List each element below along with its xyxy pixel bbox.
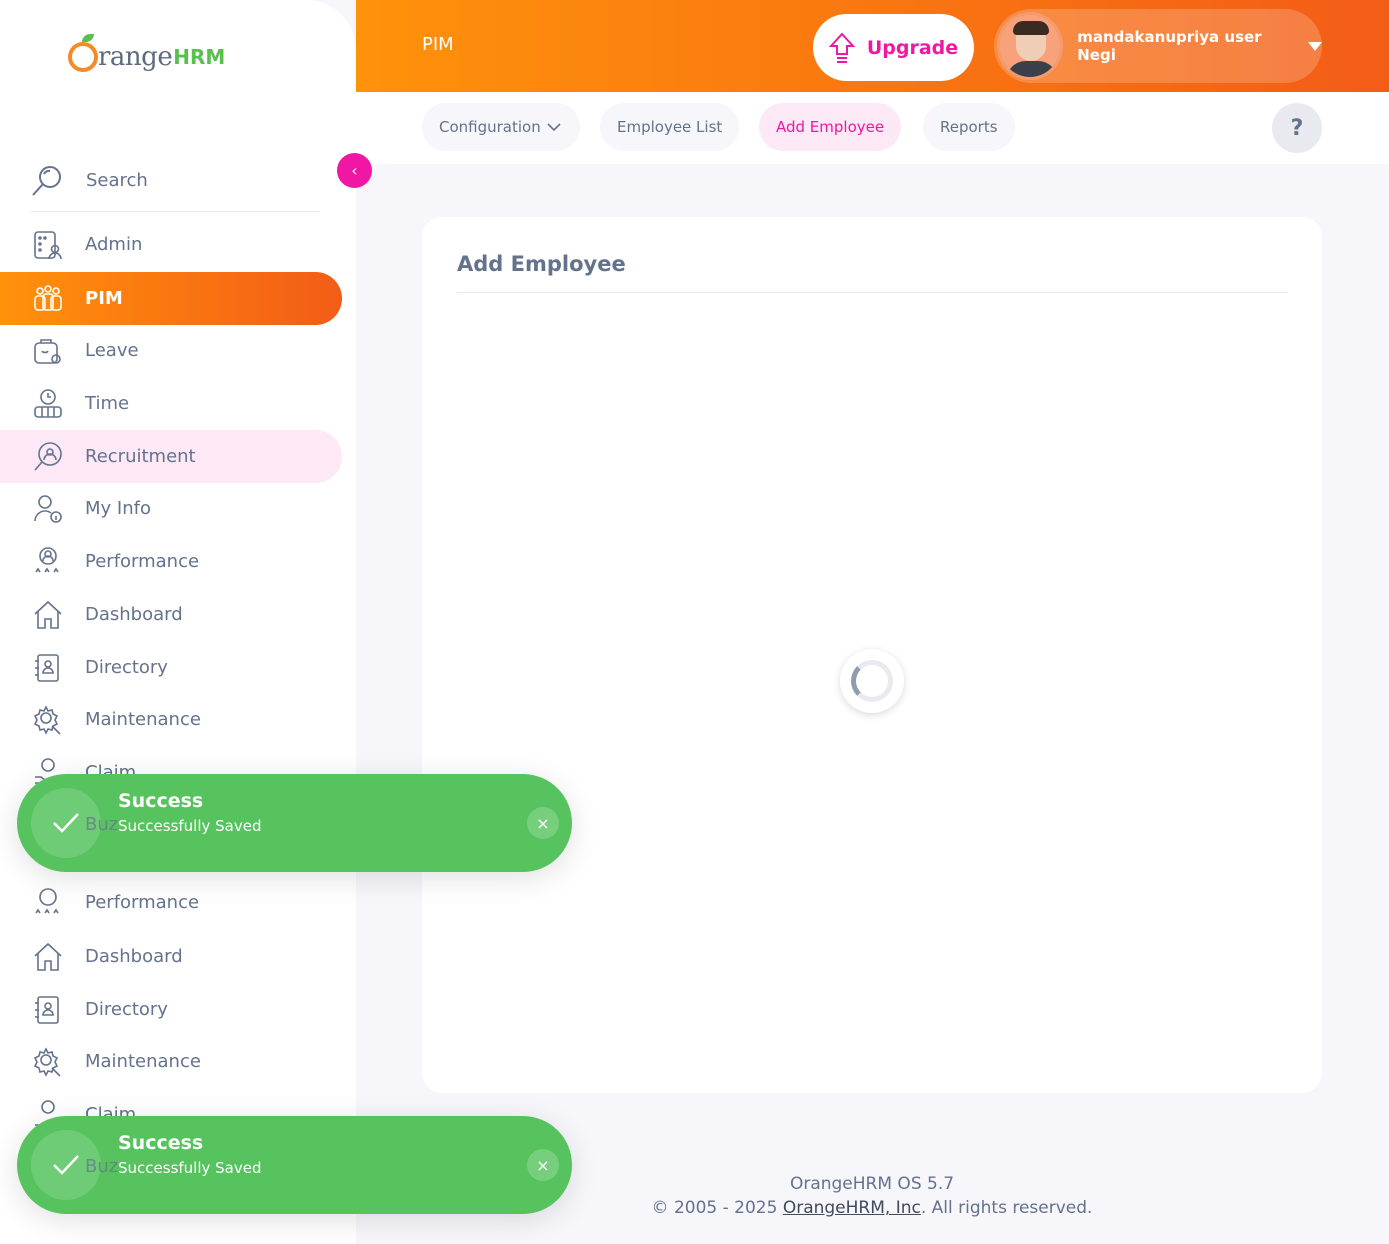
help-button[interactable]: ? — [1272, 103, 1322, 153]
logo-hrm-text: HRM — [173, 45, 226, 69]
sidebar-item-maintenance[interactable]: Maintenance — [0, 693, 342, 746]
tab-add-employee[interactable]: Add Employee — [759, 103, 902, 151]
sidebar-item-admin[interactable]: Admin — [0, 218, 342, 271]
close-icon[interactable]: × — [527, 1149, 559, 1181]
directory-icon — [32, 994, 64, 1026]
help-icon: ? — [1290, 115, 1304, 141]
logo-text: range — [98, 42, 173, 72]
user-dropdown[interactable]: mandakanupriya user Negi — [994, 9, 1322, 83]
sidebar-item-recruitment[interactable]: Recruitment — [0, 430, 342, 483]
sidebar-item-leave[interactable]: Leave — [0, 324, 342, 377]
search-label: Search — [86, 170, 148, 191]
my-info-icon — [32, 493, 64, 525]
tab-employee-list[interactable]: Employee List — [600, 103, 740, 151]
logo-o-icon — [68, 34, 98, 72]
sidebar-item-directory-ghost[interactable]: Directory — [0, 983, 342, 1036]
page-title: Add Employee — [457, 252, 626, 276]
tab-label: Configuration — [439, 118, 541, 136]
admin-icon — [32, 229, 64, 261]
time-icon — [32, 388, 64, 420]
toast-title: Success — [118, 790, 204, 812]
maintenance-icon — [32, 1046, 64, 1078]
sidebar-item-dashboard[interactable]: Dashboard — [0, 588, 342, 641]
sidebar-item-directory[interactable]: Directory — [0, 641, 342, 694]
sidebar-item-maintenance-ghost[interactable]: Maintenance — [0, 1035, 342, 1088]
copyright-prefix: © 2005 - 2025 — [651, 1198, 783, 1218]
tab-label: Add Employee — [776, 118, 885, 136]
maintenance-icon — [32, 704, 64, 736]
module-title: PIM — [422, 34, 454, 55]
loading-spinner — [840, 649, 904, 713]
search-icon — [32, 165, 61, 196]
upgrade-arrow-icon — [828, 32, 855, 63]
success-toast: Buz Success Successfully Saved × — [17, 774, 572, 872]
top-nav: Configuration Employee List Add Employee… — [356, 92, 1389, 164]
sidebar-item-pim[interactable]: PIM — [0, 272, 342, 325]
sidebar-search[interactable]: Search — [30, 150, 320, 212]
dashboard-icon — [32, 941, 64, 973]
tab-configuration[interactable]: Configuration — [422, 103, 580, 151]
leave-icon — [32, 335, 64, 367]
caret-down-icon — [1308, 41, 1322, 51]
toast-title: Success — [118, 1132, 204, 1154]
sidebar-item-my-info[interactable]: My Info — [0, 482, 342, 535]
sidebar-item-label: PIM — [85, 288, 123, 309]
company-link[interactable]: OrangeHRM, Inc — [783, 1198, 921, 1218]
directory-icon — [32, 652, 64, 684]
success-toast: Buz Success Successfully Saved × — [17, 1116, 572, 1214]
top-header: PIM Upgrade mandakanupriya user Negi — [356, 0, 1389, 92]
sidebar-item-label: Time — [85, 393, 130, 414]
upgrade-button[interactable]: Upgrade — [813, 14, 974, 81]
sidebar-item-performance[interactable]: Performance — [0, 535, 342, 588]
sidebar: range HRM Search Admin PIM Leave Time Re… — [0, 0, 356, 1244]
sidebar-item-label: My Info — [85, 498, 151, 519]
buzz-partial-label: Buz — [85, 814, 119, 835]
performance-icon — [32, 546, 64, 578]
user-name: mandakanupriya user Negi — [1077, 28, 1262, 64]
sidebar-item-label: Dashboard — [85, 946, 183, 967]
tab-reports[interactable]: Reports — [923, 103, 1015, 151]
sidebar-item-performance-ghost[interactable]: Performance — [0, 876, 342, 929]
close-glyph: × — [536, 1155, 550, 1175]
chevron-left-icon: ‹ — [351, 161, 358, 180]
performance-icon — [32, 887, 64, 919]
close-icon[interactable]: × — [527, 807, 559, 839]
chevron-down-icon — [547, 123, 561, 132]
sidebar-item-label: Performance — [85, 892, 200, 913]
copyright-suffix: . All rights reserved. — [920, 1198, 1093, 1218]
orangehrm-logo[interactable]: range HRM — [68, 34, 226, 72]
close-glyph: × — [536, 813, 550, 833]
sidebar-item-label: Directory — [85, 999, 168, 1020]
sidebar-item-time[interactable]: Time — [0, 377, 342, 430]
spinner-icon — [851, 660, 893, 702]
add-employee-card: Add Employee — [422, 217, 1322, 1093]
sidebar-item-label: Performance — [85, 551, 200, 572]
sidebar-item-label: Leave — [85, 340, 139, 361]
tab-label: Reports — [940, 118, 998, 136]
sidebar-item-label: Recruitment — [85, 446, 196, 467]
sidebar-item-label: Admin — [85, 234, 143, 255]
pim-icon — [32, 283, 64, 315]
tab-label: Employee List — [617, 118, 723, 136]
sidebar-item-label: Maintenance — [85, 709, 201, 730]
buzz-partial-label: Buz — [85, 1156, 119, 1177]
sidebar-item-label: Directory — [85, 657, 168, 678]
divider — [457, 292, 1288, 293]
sidebar-collapse-button[interactable]: ‹ — [337, 153, 372, 188]
avatar — [997, 12, 1064, 80]
upgrade-label: Upgrade — [866, 36, 959, 59]
sidebar-item-label: Dashboard — [85, 604, 183, 625]
toast-message: Successfully Saved — [118, 817, 262, 835]
dashboard-icon — [32, 599, 64, 631]
toast-message: Successfully Saved — [118, 1159, 262, 1177]
sidebar-item-label: Maintenance — [85, 1051, 201, 1072]
sidebar-item-dashboard-ghost[interactable]: Dashboard — [0, 930, 342, 983]
recruitment-icon — [32, 441, 64, 473]
